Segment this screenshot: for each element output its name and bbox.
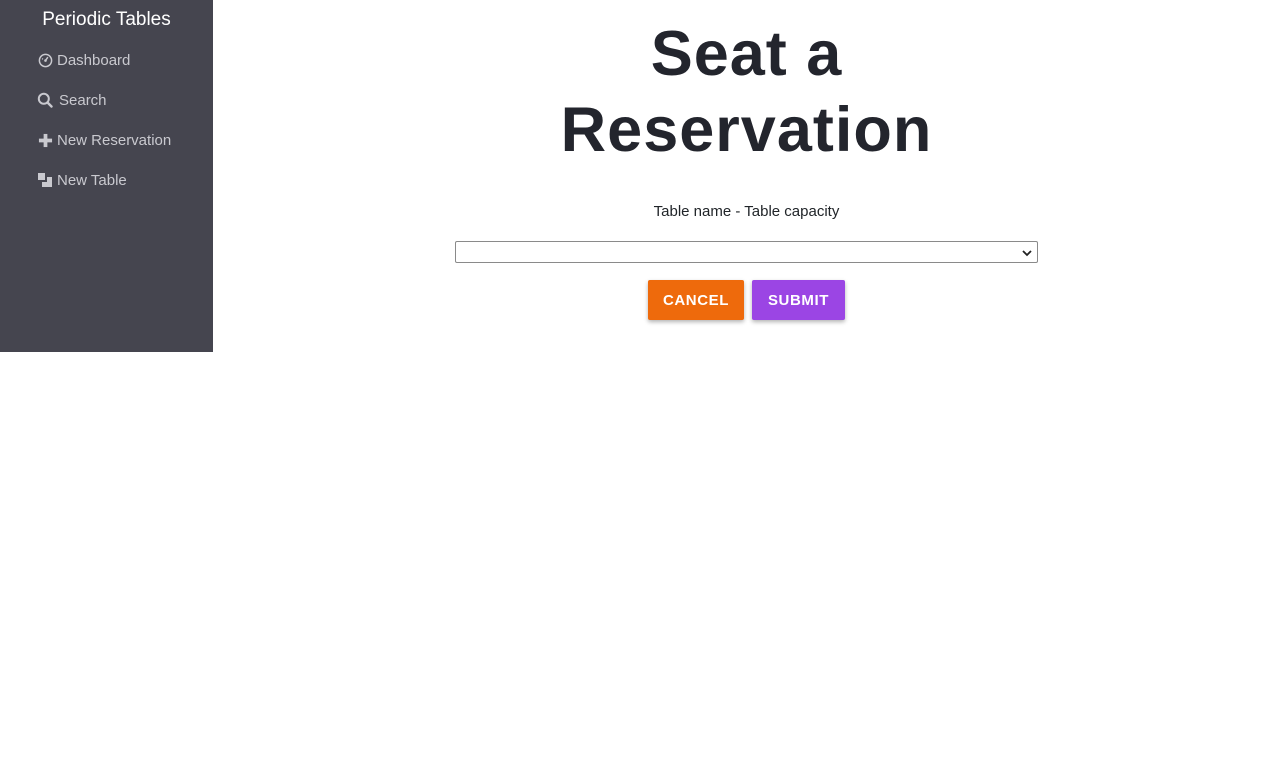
sidebar-item-dashboard[interactable]: Dashboard bbox=[37, 48, 130, 72]
sidebar-item-label: New Reservation bbox=[57, 131, 172, 149]
brand-title[interactable]: Periodic Tables bbox=[0, 8, 213, 32]
sidebar-item-label: New Table bbox=[57, 171, 127, 189]
page-title: Seat a Reservation bbox=[213, 16, 1280, 168]
plus-icon bbox=[37, 132, 53, 148]
search-icon bbox=[37, 92, 53, 108]
sidebar-item-search[interactable]: Search bbox=[37, 88, 107, 112]
submit-button[interactable]: SUBMIT bbox=[752, 280, 845, 320]
sidebar-item-new-table[interactable]: New Table bbox=[37, 168, 127, 192]
table-select[interactable] bbox=[455, 241, 1038, 263]
page-title-line-2: Reservation bbox=[560, 95, 933, 165]
sidebar-item-new-reservation[interactable]: New Reservation bbox=[37, 128, 171, 152]
table-icon bbox=[37, 172, 53, 188]
table-select-label: Table name - Table capacity bbox=[653, 203, 840, 220]
cancel-button[interactable]: CANCEL bbox=[648, 280, 744, 320]
page-title-line-1: Seat a bbox=[650, 19, 843, 89]
main-content: Seat a Reservation Table name - Table ca… bbox=[213, 0, 1280, 768]
sidebar-item-label: Dashboard bbox=[57, 51, 131, 69]
chevron-down-icon bbox=[1021, 246, 1033, 264]
dashboard-icon bbox=[37, 52, 53, 68]
sidebar-item-label: Search bbox=[59, 91, 107, 109]
sidebar: Periodic Tables Dashboard Search New Res… bbox=[0, 0, 213, 352]
